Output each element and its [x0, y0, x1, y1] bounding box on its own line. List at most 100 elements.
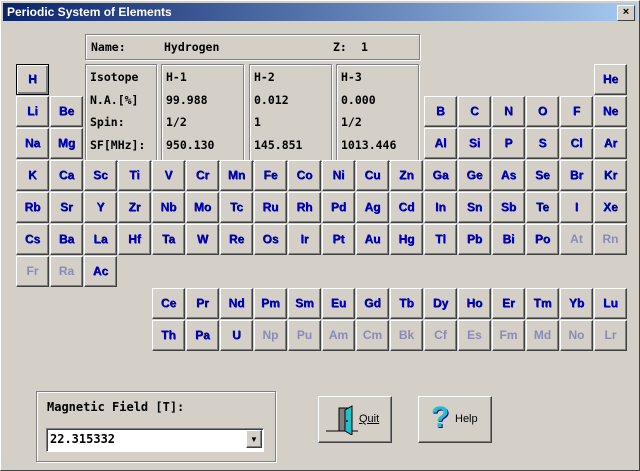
element-button-ge[interactable]: Ge — [458, 160, 491, 191]
element-button-sb[interactable]: Sb — [492, 192, 525, 223]
element-button-cu[interactable]: Cu — [356, 160, 389, 191]
element-button-br[interactable]: Br — [560, 160, 593, 191]
element-button-ce[interactable]: Ce — [152, 288, 185, 319]
element-button-kr[interactable]: Kr — [594, 160, 627, 191]
element-button-cf[interactable]: Cf — [424, 320, 457, 351]
element-button-cr[interactable]: Cr — [186, 160, 219, 191]
element-button-c[interactable]: C — [458, 96, 491, 127]
element-button-mn[interactable]: Mn — [220, 160, 253, 191]
element-button-no[interactable]: No — [560, 320, 593, 351]
element-button-zn[interactable]: Zn — [390, 160, 423, 191]
element-button-mg[interactable]: Mg — [50, 128, 83, 159]
element-button-ta[interactable]: Ta — [152, 224, 185, 255]
element-button-lr[interactable]: Lr — [594, 320, 627, 351]
element-button-gd[interactable]: Gd — [356, 288, 389, 319]
element-button-pm[interactable]: Pm — [254, 288, 287, 319]
element-button-fe[interactable]: Fe — [254, 160, 287, 191]
element-button-tl[interactable]: Tl — [424, 224, 457, 255]
element-button-ho[interactable]: Ho — [458, 288, 491, 319]
element-button-ra[interactable]: Ra — [50, 256, 83, 287]
element-button-ga[interactable]: Ga — [424, 160, 457, 191]
element-button-tc[interactable]: Tc — [220, 192, 253, 223]
help-button[interactable]: ? Help — [418, 396, 492, 443]
element-button-y[interactable]: Y — [84, 192, 117, 223]
element-button-nb[interactable]: Nb — [152, 192, 185, 223]
element-button-bi[interactable]: Bi — [492, 224, 525, 255]
element-button-ir[interactable]: Ir — [288, 224, 321, 255]
element-button-xe[interactable]: Xe — [594, 192, 627, 223]
element-button-al[interactable]: Al — [424, 128, 457, 159]
element-button-rh[interactable]: Rh — [288, 192, 321, 223]
element-button-sm[interactable]: Sm — [288, 288, 321, 319]
element-button-ru[interactable]: Ru — [254, 192, 287, 223]
element-button-f[interactable]: F — [560, 96, 593, 127]
element-button-rb[interactable]: Rb — [16, 192, 49, 223]
element-button-pb[interactable]: Pb — [458, 224, 491, 255]
element-button-am[interactable]: Am — [322, 320, 355, 351]
element-button-n[interactable]: N — [492, 96, 525, 127]
element-button-s[interactable]: S — [526, 128, 559, 159]
element-button-fm[interactable]: Fm — [492, 320, 525, 351]
element-button-sn[interactable]: Sn — [458, 192, 491, 223]
element-button-be[interactable]: Be — [50, 96, 83, 127]
element-button-ag[interactable]: Ag — [356, 192, 389, 223]
element-button-re[interactable]: Re — [220, 224, 253, 255]
element-button-pa[interactable]: Pa — [186, 320, 219, 351]
element-button-ni[interactable]: Ni — [322, 160, 355, 191]
element-button-b[interactable]: B — [424, 96, 457, 127]
element-button-dy[interactable]: Dy — [424, 288, 457, 319]
element-button-i[interactable]: I — [560, 192, 593, 223]
element-button-cl[interactable]: Cl — [560, 128, 593, 159]
element-button-as[interactable]: As — [492, 160, 525, 191]
element-button-pd[interactable]: Pd — [322, 192, 355, 223]
element-button-k[interactable]: K — [16, 160, 49, 191]
element-button-te[interactable]: Te — [526, 192, 559, 223]
element-button-th[interactable]: Th — [152, 320, 185, 351]
element-button-he[interactable]: He — [594, 64, 627, 95]
element-button-eu[interactable]: Eu — [322, 288, 355, 319]
element-button-md[interactable]: Md — [526, 320, 559, 351]
element-button-ba[interactable]: Ba — [50, 224, 83, 255]
element-button-h[interactable]: H — [16, 64, 49, 95]
element-button-tm[interactable]: Tm — [526, 288, 559, 319]
element-button-lu[interactable]: Lu — [594, 288, 627, 319]
element-button-zr[interactable]: Zr — [118, 192, 151, 223]
element-button-sr[interactable]: Sr — [50, 192, 83, 223]
element-button-au[interactable]: Au — [356, 224, 389, 255]
close-button[interactable]: × — [617, 5, 635, 21]
element-button-in[interactable]: In — [424, 192, 457, 223]
element-button-u[interactable]: U — [220, 320, 253, 351]
element-button-ti[interactable]: Ti — [118, 160, 151, 191]
element-button-bk[interactable]: Bk — [390, 320, 423, 351]
element-button-o[interactable]: O — [526, 96, 559, 127]
magnetic-field-combobox[interactable]: 22.315332 ▼ — [46, 428, 264, 452]
element-button-po[interactable]: Po — [526, 224, 559, 255]
element-button-es[interactable]: Es — [458, 320, 491, 351]
element-button-si[interactable]: Si — [458, 128, 491, 159]
element-button-rn[interactable]: Rn — [594, 224, 627, 255]
element-button-np[interactable]: Np — [254, 320, 287, 351]
element-button-cm[interactable]: Cm — [356, 320, 389, 351]
element-button-yb[interactable]: Yb — [560, 288, 593, 319]
element-button-pt[interactable]: Pt — [322, 224, 355, 255]
element-button-pu[interactable]: Pu — [288, 320, 321, 351]
element-button-cs[interactable]: Cs — [16, 224, 49, 255]
element-button-mo[interactable]: Mo — [186, 192, 219, 223]
element-button-p[interactable]: P — [492, 128, 525, 159]
element-button-er[interactable]: Er — [492, 288, 525, 319]
quit-button[interactable]: Quit — [318, 396, 392, 443]
element-button-v[interactable]: V — [152, 160, 185, 191]
element-button-pr[interactable]: Pr — [186, 288, 219, 319]
element-button-cd[interactable]: Cd — [390, 192, 423, 223]
element-button-se[interactable]: Se — [526, 160, 559, 191]
dropdown-button[interactable]: ▼ — [246, 430, 262, 448]
element-button-nd[interactable]: Nd — [220, 288, 253, 319]
element-button-ne[interactable]: Ne — [594, 96, 627, 127]
element-button-ca[interactable]: Ca — [50, 160, 83, 191]
element-button-sc[interactable]: Sc — [84, 160, 117, 191]
element-button-hg[interactable]: Hg — [390, 224, 423, 255]
element-button-tb[interactable]: Tb — [390, 288, 423, 319]
element-button-w[interactable]: W — [186, 224, 219, 255]
element-button-co[interactable]: Co — [288, 160, 321, 191]
element-button-ac[interactable]: Ac — [84, 256, 117, 287]
